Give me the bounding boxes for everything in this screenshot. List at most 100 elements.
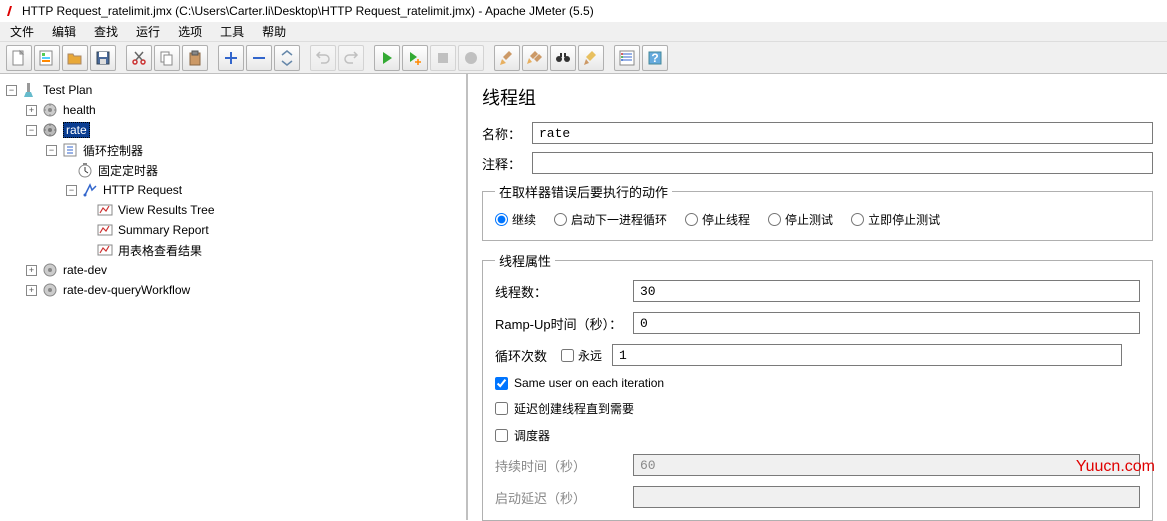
threads-label: 线程数： bbox=[495, 282, 633, 301]
toggle-icon bbox=[278, 49, 296, 67]
tree-label[interactable]: rate-dev bbox=[63, 263, 107, 277]
collapse-icon[interactable]: − bbox=[66, 185, 77, 196]
tree-label[interactable]: HTTP Request bbox=[103, 183, 182, 197]
undo-icon bbox=[314, 49, 332, 67]
template-icon bbox=[38, 49, 56, 67]
radio-stop-thread[interactable]: 停止线程 bbox=[685, 211, 750, 228]
expand-button[interactable] bbox=[218, 45, 244, 71]
watermark: Yuucn.com bbox=[1076, 458, 1155, 476]
new-button[interactable] bbox=[6, 45, 32, 71]
delay-create-checkbox[interactable]: 延迟创建线程直到需要 bbox=[495, 400, 1140, 417]
startup-delay-input bbox=[633, 486, 1140, 508]
tree-fixed-timer[interactable]: 固定定时器 bbox=[4, 160, 462, 180]
help-icon: ? bbox=[646, 49, 664, 67]
search-button[interactable] bbox=[550, 45, 576, 71]
panel-title: 线程组 bbox=[482, 84, 1153, 110]
collapse-icon[interactable]: − bbox=[26, 125, 37, 136]
same-user-checkbox[interactable]: Same user on each iteration bbox=[495, 376, 1140, 390]
collapse-icon[interactable]: − bbox=[46, 145, 57, 156]
start-no-pause-button[interactable] bbox=[402, 45, 428, 71]
startup-delay-label: 启动延迟（秒） bbox=[495, 488, 633, 507]
paste-button[interactable] bbox=[182, 45, 208, 71]
templates-button[interactable] bbox=[34, 45, 60, 71]
tree-label[interactable]: 循环控制器 bbox=[83, 142, 143, 159]
help-button[interactable]: ? bbox=[642, 45, 668, 71]
tree-root[interactable]: − Test Plan bbox=[4, 80, 462, 100]
list-icon bbox=[618, 49, 636, 67]
tree-summary-report[interactable]: Summary Report bbox=[4, 220, 462, 240]
radio-stop-now[interactable]: 立即停止测试 bbox=[851, 211, 940, 228]
radio-next-loop[interactable]: 启动下一进程循环 bbox=[554, 211, 667, 228]
rampup-label: Ramp-Up时间（秒）： bbox=[495, 314, 633, 333]
tree-label[interactable]: 用表格查看结果 bbox=[118, 242, 202, 259]
menu-options[interactable]: 选项 bbox=[178, 23, 202, 40]
duration-input bbox=[633, 454, 1140, 476]
tree-rate-dev[interactable]: + rate-dev bbox=[4, 260, 462, 280]
plus-icon bbox=[222, 49, 240, 67]
tree-label[interactable]: 固定定时器 bbox=[98, 162, 158, 179]
start-button[interactable] bbox=[374, 45, 400, 71]
rampup-input[interactable] bbox=[633, 312, 1140, 334]
loop-icon bbox=[61, 142, 79, 158]
svg-text:?: ? bbox=[651, 51, 658, 65]
minus-icon bbox=[250, 49, 268, 67]
window-title: HTTP Request_ratelimit.jmx (C:\Users\Car… bbox=[22, 4, 594, 18]
tree-rate[interactable]: − rate bbox=[4, 120, 462, 140]
menu-edit[interactable]: 编辑 bbox=[52, 23, 76, 40]
open-button[interactable] bbox=[62, 45, 88, 71]
thread-group-icon bbox=[41, 122, 59, 138]
tree-loop-controller[interactable]: − 循环控制器 bbox=[4, 140, 462, 160]
tree-label[interactable]: rate-dev-queryWorkflow bbox=[63, 283, 190, 297]
tree-label[interactable]: Test Plan bbox=[43, 83, 92, 97]
menu-run[interactable]: 运行 bbox=[136, 23, 160, 40]
error-action-fieldset: 在取样器错误后要执行的动作 继续 启动下一进程循环 停止线程 停止测试 立即停止… bbox=[482, 182, 1153, 241]
toggle-button[interactable] bbox=[274, 45, 300, 71]
toolbar: ? bbox=[0, 42, 1167, 74]
tree-label[interactable]: View Results Tree bbox=[118, 203, 215, 217]
radio-continue[interactable]: 继续 bbox=[495, 211, 536, 228]
clear-button[interactable] bbox=[494, 45, 520, 71]
undo-button[interactable] bbox=[310, 45, 336, 71]
play-plus-icon bbox=[406, 49, 424, 67]
tree-label-selected[interactable]: rate bbox=[63, 122, 90, 138]
radio-stop-test[interactable]: 停止测试 bbox=[768, 211, 833, 228]
loop-count-input[interactable] bbox=[612, 344, 1122, 366]
scheduler-checkbox[interactable]: 调度器 bbox=[495, 427, 1140, 444]
tree-health[interactable]: + health bbox=[4, 100, 462, 120]
expand-icon[interactable]: + bbox=[26, 105, 37, 116]
tree-view-results-tree[interactable]: View Results Tree bbox=[4, 200, 462, 220]
brooms-icon bbox=[526, 49, 544, 67]
expand-icon[interactable]: + bbox=[26, 265, 37, 276]
name-input[interactable] bbox=[532, 122, 1153, 144]
tree-table-report[interactable]: 用表格查看结果 bbox=[4, 240, 462, 260]
tree-label[interactable]: Summary Report bbox=[118, 223, 209, 237]
folder-open-icon bbox=[66, 49, 84, 67]
function-helper-button[interactable] bbox=[614, 45, 640, 71]
shutdown-icon bbox=[462, 49, 480, 67]
cut-button[interactable] bbox=[126, 45, 152, 71]
expand-icon[interactable]: + bbox=[26, 285, 37, 296]
threads-input[interactable] bbox=[633, 280, 1140, 302]
stop-button[interactable] bbox=[430, 45, 456, 71]
comment-input[interactable] bbox=[532, 152, 1153, 174]
tree-label[interactable]: health bbox=[63, 103, 96, 117]
tree-rate-dev-query[interactable]: + rate-dev-queryWorkflow bbox=[4, 280, 462, 300]
loop-forever-checkbox[interactable]: 永远 bbox=[561, 347, 602, 364]
reset-search-button[interactable] bbox=[578, 45, 604, 71]
clear-all-button[interactable] bbox=[522, 45, 548, 71]
broom-icon bbox=[498, 49, 516, 67]
redo-button[interactable] bbox=[338, 45, 364, 71]
stop-icon bbox=[434, 49, 452, 67]
sampler-icon bbox=[81, 182, 99, 198]
collapse-button[interactable] bbox=[246, 45, 272, 71]
collapse-icon[interactable]: − bbox=[6, 85, 17, 96]
shutdown-button[interactable] bbox=[458, 45, 484, 71]
binoculars-icon bbox=[554, 49, 572, 67]
menu-help[interactable]: 帮助 bbox=[262, 23, 286, 40]
menu-search[interactable]: 查找 bbox=[94, 23, 118, 40]
tree-http-request[interactable]: − HTTP Request bbox=[4, 180, 462, 200]
save-button[interactable] bbox=[90, 45, 116, 71]
menu-file[interactable]: 文件 bbox=[10, 23, 34, 40]
menu-tools[interactable]: 工具 bbox=[220, 23, 244, 40]
copy-button[interactable] bbox=[154, 45, 180, 71]
